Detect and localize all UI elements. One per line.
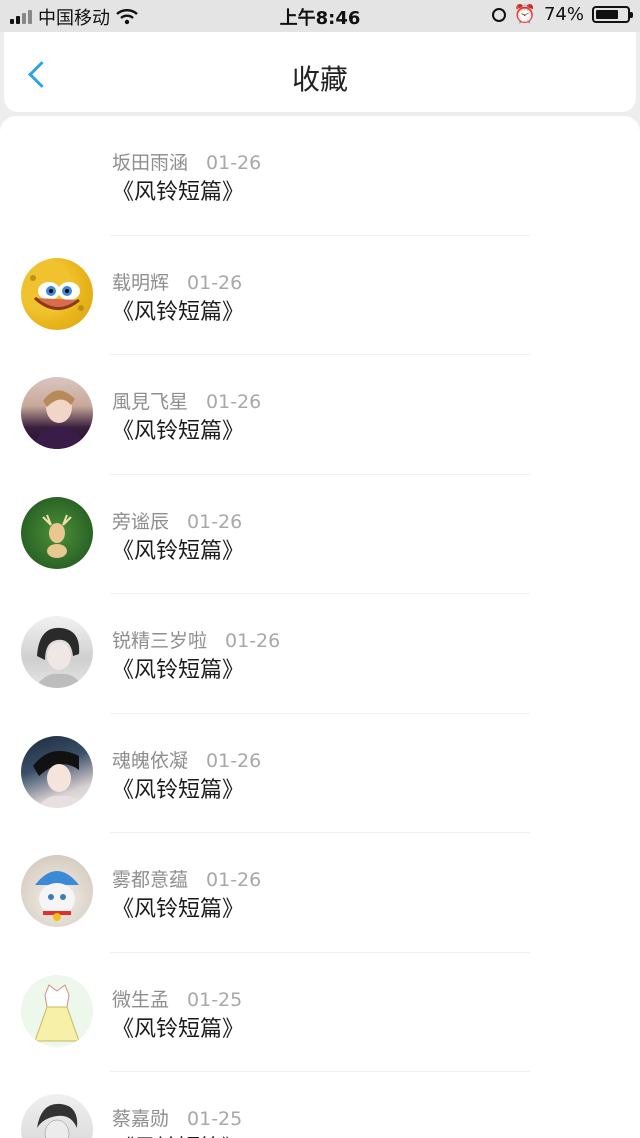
- item-date: 01-26: [206, 391, 262, 413]
- carrier-label: 中国移动: [38, 8, 110, 29]
- item-date: 01-26: [206, 869, 262, 891]
- wifi-icon: [116, 9, 138, 25]
- user-name: 锐精三岁啦: [112, 630, 208, 652]
- status-bar: 中国移动 上午8:46 ⏰ 74%: [0, 0, 640, 32]
- item-title: 《风铃短篇》: [112, 658, 245, 683]
- list-item[interactable]: 雾都意蕴 01-26 《风铃短篇》: [0, 833, 640, 953]
- signal-icon: [10, 10, 32, 24]
- item-title: 《风铃短篇》: [112, 299, 245, 325]
- avatar[interactable]: [21, 974, 93, 1047]
- battery-percent: 74%: [543, 4, 584, 25]
- item-date: 01-25: [187, 1108, 243, 1130]
- avatar[interactable]: [21, 855, 93, 927]
- avatar[interactable]: [21, 377, 93, 449]
- user-name: 载明辉: [112, 271, 170, 294]
- list-item[interactable]: 坂田雨涵 01-26 《风铃短篇》: [0, 116, 640, 236]
- item-title: 《风铃短篇》: [112, 419, 245, 444]
- list-item[interactable]: 風見飞星 01-26 《风铃短篇》: [0, 355, 640, 475]
- user-name: 坂田雨涵: [112, 152, 189, 174]
- avatar[interactable]: [21, 616, 93, 688]
- list-item[interactable]: 蔡嘉勋 01-25 《风铃短篇》: [0, 1072, 640, 1138]
- item-date: 01-26: [206, 749, 262, 772]
- user-name: 旁谧辰: [112, 510, 170, 533]
- item-title: 《风铃短篇》: [112, 180, 245, 205]
- avatar[interactable]: [21, 496, 93, 569]
- avatar: [21, 138, 93, 210]
- orientation-lock-icon: [491, 7, 506, 22]
- item-date: 01-26: [206, 152, 262, 174]
- list-item[interactable]: 旁谧辰 01-26 《风铃短篇》: [0, 475, 640, 594]
- item-date: 01-26: [225, 630, 281, 652]
- avatar[interactable]: [21, 735, 93, 808]
- list-item[interactable]: 魂魄依凝 01-26 《风铃短篇》: [0, 714, 640, 833]
- list-item[interactable]: 锐精三岁啦 01-26 《风铃短篇》: [0, 594, 640, 714]
- item-date: 01-26: [187, 510, 243, 533]
- nav-bar: 收藏: [4, 32, 636, 112]
- avatar[interactable]: [21, 257, 93, 330]
- avatar[interactable]: [21, 1094, 93, 1138]
- item-title: 《风铃短篇》: [112, 538, 245, 564]
- user-name: 魂魄依凝: [112, 749, 189, 772]
- battery-fill: [596, 10, 618, 19]
- user-name: 蔡嘉勋: [112, 1108, 170, 1130]
- item-date: 01-26: [187, 271, 243, 294]
- item-date: 01-25: [187, 988, 243, 1011]
- user-name: 微生孟: [112, 988, 170, 1011]
- page-title: 收藏: [291, 63, 348, 96]
- alarm-icon: ⏰: [513, 4, 536, 25]
- battery-icon: [592, 6, 633, 23]
- list-item[interactable]: 载明辉 01-26 《风铃短篇》: [0, 236, 640, 355]
- item-title: 《风铃短篇》: [112, 897, 245, 922]
- favorites-list: 坂田雨涵 01-26 《风铃短篇》 载明辉 01-26 《风铃短篇》 風見飞星 01-…: [0, 116, 640, 1138]
- item-title: 《风铃短篇》: [112, 777, 245, 803]
- user-name: 雾都意蕴: [112, 869, 189, 891]
- item-title: 《风铃短篇》: [112, 1130, 244, 1138]
- user-name: 風見飞星: [112, 391, 189, 413]
- item-title: 《风铃短篇》: [112, 1016, 245, 1042]
- list-item[interactable]: 微生孟 01-25 《风铃短篇》: [0, 953, 640, 1072]
